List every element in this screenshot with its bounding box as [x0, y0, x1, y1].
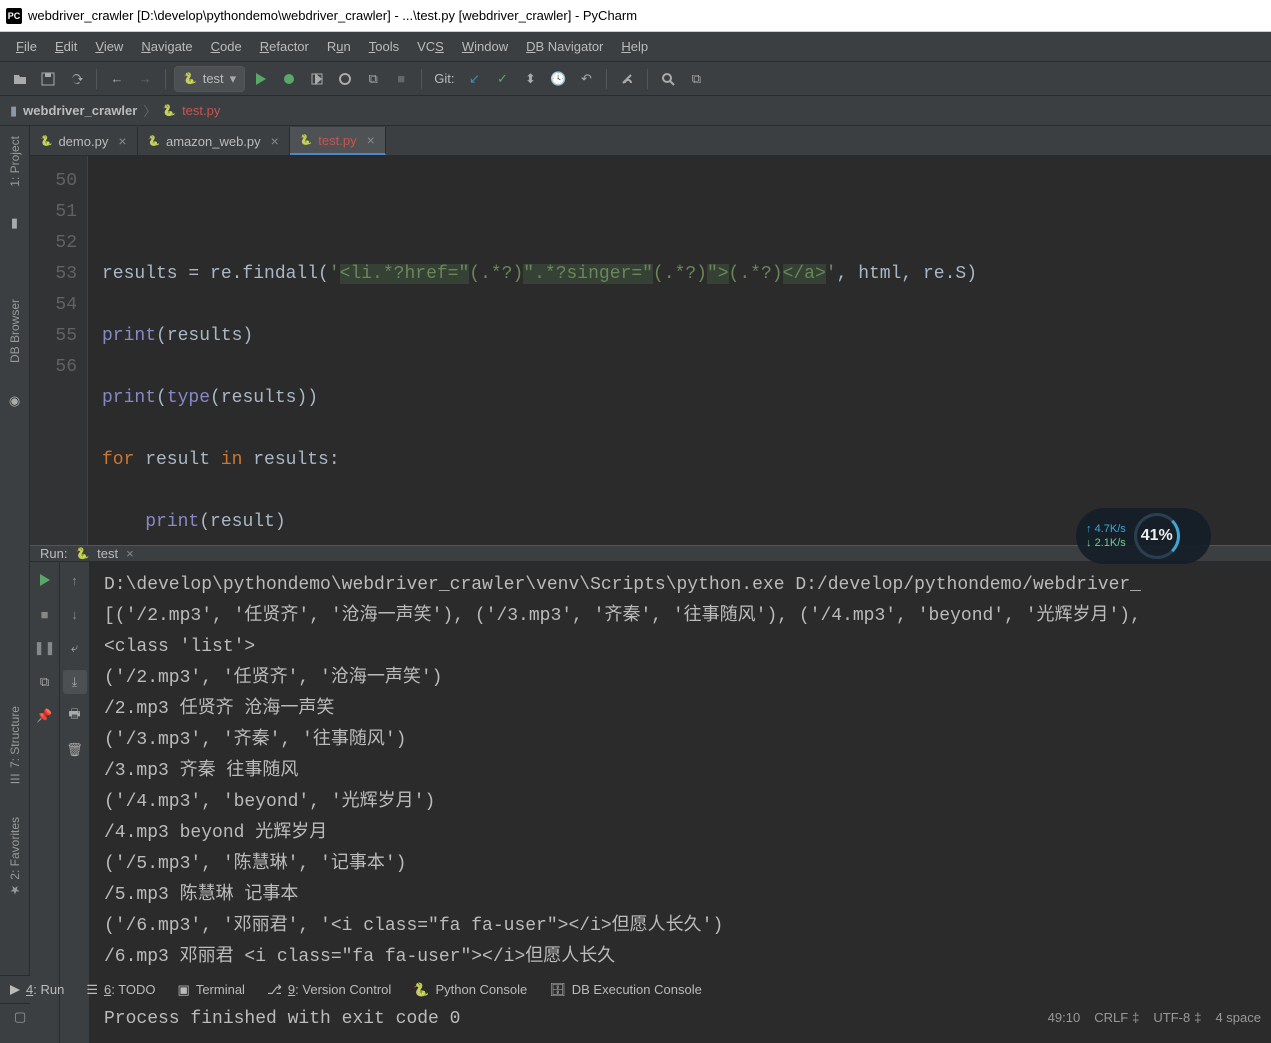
dropdown-icon: ▾	[230, 71, 237, 87]
tab-test[interactable]: 🐍 test.py ×	[290, 127, 386, 155]
close-icon[interactable]: ×	[126, 546, 134, 561]
rerun-icon[interactable]	[33, 568, 57, 592]
stop-button[interactable]: ■	[389, 67, 413, 91]
editor-tabs: 🐍 demo.py × 🐍 amazon_web.py × 🐍 test.py …	[30, 126, 1271, 156]
layout-icon[interactable]: ⧉	[33, 670, 57, 694]
pause-icon[interactable]: ❚❚	[33, 636, 57, 660]
menu-view[interactable]: View	[87, 35, 131, 58]
tab-amazon[interactable]: 🐍 amazon_web.py ×	[138, 127, 290, 155]
status-quick-icon[interactable]: ▢	[14, 1009, 26, 1025]
python-icon: 🐍	[162, 104, 176, 117]
tab-label: demo.py	[58, 134, 108, 149]
python-icon: 🐍	[40, 136, 52, 147]
bottom-run[interactable]: 4: Run	[10, 982, 64, 997]
pycharm-icon: PC	[6, 8, 22, 24]
window-title: webdriver_crawler [D:\develop\pythondemo…	[28, 8, 637, 23]
run-toolbar-2: ↑ ↓ ⤶ ⤓ 🖶 🗑	[60, 562, 90, 1043]
settings-icon[interactable]	[615, 67, 639, 91]
close-icon[interactable]: ×	[118, 133, 126, 149]
menu-vcs[interactable]: VCS	[409, 35, 452, 58]
run-coverage-icon[interactable]	[305, 67, 329, 91]
clear-icon[interactable]: 🗑	[63, 738, 87, 762]
net-down: ↓ 2.1K/s	[1086, 537, 1126, 549]
tool-project[interactable]: 1: Project	[8, 130, 22, 193]
profile-icon[interactable]	[333, 67, 357, 91]
run-label: Run:	[40, 546, 67, 561]
git-label: Git:	[434, 71, 454, 86]
softwrap-icon[interactable]: ⤶	[63, 636, 87, 660]
menu-navigate[interactable]: Navigate	[133, 35, 200, 58]
save-icon[interactable]	[36, 67, 60, 91]
up-icon[interactable]: ↑	[63, 568, 87, 592]
run-output[interactable]: D:\develop\pythondemo\webdriver_crawler\…	[90, 562, 1271, 1043]
menu-window[interactable]: Window	[454, 35, 516, 58]
breadcrumb: ▮ webdriver_crawler 〉 🐍 test.py	[0, 96, 1271, 126]
code-editor[interactable]: 50515253545556 results = re.findall('<li…	[30, 156, 1271, 545]
run-toolbar-1: ■ ❚❚ ⧉ 📌	[30, 562, 60, 1043]
python-icon: 🐍	[183, 72, 197, 85]
tab-label: test.py	[318, 133, 356, 148]
tool-db-browser[interactable]: DB Browser	[8, 293, 22, 369]
run-config-selector[interactable]: 🐍 test ▾	[174, 66, 245, 92]
network-overlay[interactable]: ↑ 4.7K/s ↓ 2.1K/s 41%	[1076, 508, 1211, 564]
down-icon[interactable]: ↓	[63, 602, 87, 626]
git-compare-icon[interactable]: ⬍	[518, 67, 542, 91]
breadcrumb-project[interactable]: webdriver_crawler	[23, 103, 137, 118]
menu-file[interactable]: File	[8, 35, 45, 58]
tool-favorites[interactable]: ★ 2: Favorites	[8, 811, 22, 903]
run-config-title: test	[97, 546, 118, 561]
print-icon[interactable]: 🖶	[63, 704, 87, 728]
db-icon[interactable]: ⧉	[684, 67, 708, 91]
window-titlebar: PC webdriver_crawler [D:\develop\pythond…	[0, 0, 1271, 32]
tab-demo[interactable]: 🐍 demo.py ×	[30, 127, 138, 155]
run-button[interactable]	[249, 67, 273, 91]
chevron-icon: 〉	[143, 101, 156, 120]
git-revert-icon[interactable]: ↶	[574, 67, 598, 91]
git-history-icon[interactable]: 🕓	[546, 67, 570, 91]
python-icon: 🐍	[75, 547, 89, 560]
pin-icon[interactable]: 📌	[33, 704, 57, 728]
line-gutter: 50515253545556	[30, 156, 88, 545]
close-icon[interactable]: ×	[367, 132, 375, 148]
folder-icon: ▮	[10, 103, 17, 119]
back-icon[interactable]: ←	[105, 67, 129, 91]
menu-tools[interactable]: Tools	[361, 35, 407, 58]
concurrent-icon[interactable]: ⧉	[361, 67, 385, 91]
run-config-name: test	[203, 71, 224, 86]
git-commit-icon[interactable]: ✓	[490, 67, 514, 91]
close-icon[interactable]: ×	[271, 133, 279, 149]
menu-help[interactable]: Help	[613, 35, 656, 58]
menu-refactor[interactable]: Refactor	[252, 35, 317, 58]
net-percent: 41%	[1134, 513, 1180, 559]
scroll-end-icon[interactable]: ⤓	[63, 670, 87, 694]
menubar: File Edit View Navigate Code Refactor Ru…	[0, 32, 1271, 62]
code-content[interactable]: results = re.findall('<li.*?href="(.*?)"…	[88, 156, 1271, 545]
main-toolbar: ← → 🐍 test ▾ ⧉ ■ Git: ↙ ✓ ⬍ 🕓 ↶ ⧉	[0, 62, 1271, 96]
menu-code[interactable]: Code	[203, 35, 250, 58]
tab-label: amazon_web.py	[166, 134, 261, 149]
left-tool-stripe-lower: ☰ 7: Structure ★ 2: Favorites	[0, 700, 30, 903]
python-icon: 🐍	[300, 135, 312, 146]
menu-run[interactable]: Run	[319, 35, 359, 58]
menu-edit[interactable]: Edit	[47, 35, 85, 58]
stop-icon[interactable]: ■	[33, 602, 57, 626]
folder-tool-icon[interactable]: ▮	[3, 213, 27, 233]
db-tool-icon[interactable]: ◉	[3, 389, 27, 413]
git-update-icon[interactable]: ↙	[462, 67, 486, 91]
menu-dbnav[interactable]: DB Navigator	[518, 35, 611, 58]
open-icon[interactable]	[8, 67, 32, 91]
run-tool-window: Run: 🐍 test × ■ ❚❚ ⧉ 📌 ↑ ↓ ⤶ ⤓ �	[30, 545, 1271, 975]
debug-button[interactable]	[277, 67, 301, 91]
breadcrumb-file[interactable]: test.py	[182, 103, 220, 118]
python-icon: 🐍	[148, 136, 160, 147]
search-icon[interactable]	[656, 67, 680, 91]
tool-structure[interactable]: ☰ 7: Structure	[8, 700, 22, 791]
net-up: ↑ 4.7K/s	[1086, 523, 1126, 535]
sync-icon[interactable]	[64, 67, 88, 91]
forward-icon[interactable]: →	[133, 67, 157, 91]
